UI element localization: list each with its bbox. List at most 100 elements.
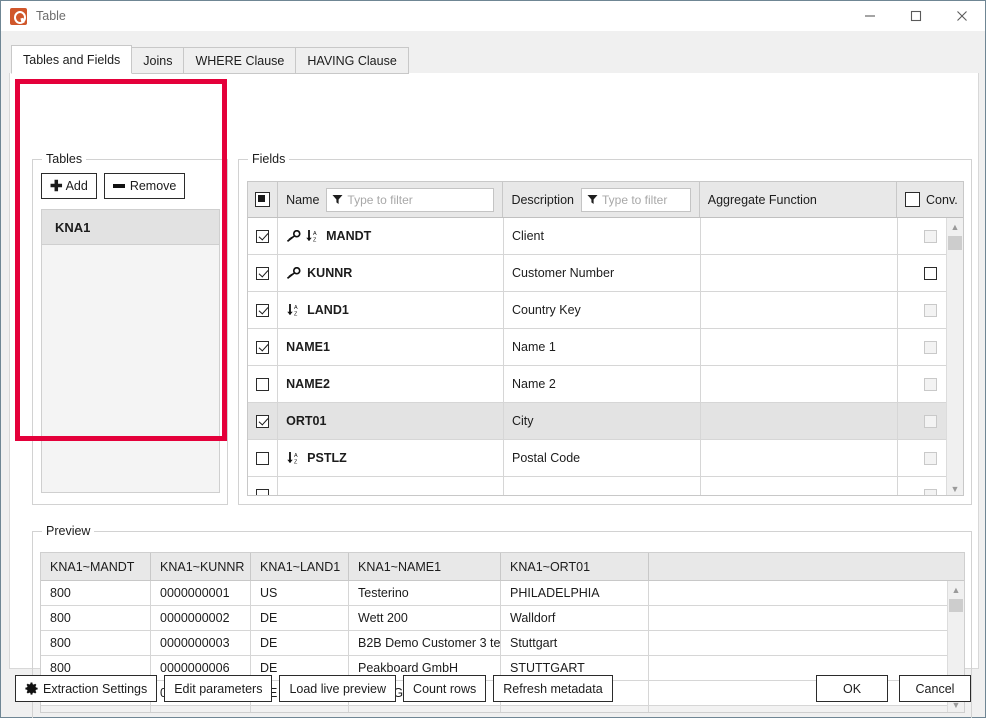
preview-column-header[interactable]: KNA1~LAND1 (251, 553, 349, 580)
field-description-cell: Country Key (504, 292, 701, 328)
maximize-icon[interactable] (893, 1, 939, 31)
fields-grid-header: Name Type to filter Description Type to … (248, 182, 963, 218)
preview-cell-value: 800 (50, 636, 71, 650)
table-row[interactable]: A Z PSTLZ Postal Code (248, 440, 963, 477)
preview-cell-value: Testerino (358, 586, 409, 600)
field-name-cell: KUNNR (278, 255, 504, 291)
table-row[interactable]: A Z LAND1 Country Key (248, 292, 963, 329)
scroll-up-icon[interactable]: ▲ (948, 581, 964, 598)
tab-joins[interactable]: Joins (131, 47, 185, 74)
row-select-checkbox[interactable] (256, 303, 270, 317)
preview-cell: Testerino (349, 581, 501, 605)
conv-column-header: Conv. (897, 182, 963, 217)
aggregate-function-cell[interactable] (701, 218, 899, 254)
field-name-cell: ORT01 (278, 403, 504, 439)
row-select-cell[interactable] (248, 477, 279, 495)
row-select-checkbox[interactable] (256, 451, 270, 465)
table-row[interactable]: KUNNR Customer Number (248, 255, 963, 292)
name-filter-input[interactable]: Type to filter (326, 187, 495, 212)
preview-column-label: KNA1~NAME1 (358, 559, 442, 574)
cancel-button[interactable]: Cancel (899, 675, 971, 702)
row-select-checkbox[interactable] (256, 414, 270, 428)
row-select-cell[interactable] (248, 255, 279, 291)
load-live-preview-button[interactable]: Load live preview (279, 675, 397, 702)
table-row[interactable]: NAME2 Name 2 (248, 366, 963, 403)
app-icon (10, 7, 27, 25)
refresh-metadata-button[interactable]: Refresh metadata (493, 675, 613, 702)
aggregate-function-cell[interactable] (701, 440, 899, 476)
row-select-cell[interactable] (248, 366, 279, 402)
ok-button[interactable]: OK (816, 675, 888, 702)
table-row[interactable]: 800 0000000003 DE B2B Demo Customer 3 test S… (41, 631, 964, 656)
row-select-cell[interactable] (248, 440, 279, 476)
tab-having-clause[interactable]: HAVING Clause (295, 47, 409, 74)
aggregate-function-cell[interactable] (701, 403, 899, 439)
fields-vertical-scrollbar[interactable]: ▲ ▼ (946, 218, 963, 495)
preview-cell-value: 800 (50, 586, 71, 600)
preview-column-header[interactable]: KNA1~KUNNR (151, 553, 251, 580)
scroll-thumb[interactable] (948, 236, 962, 250)
row-select-checkbox[interactable] (256, 488, 270, 495)
select-all-header[interactable] (248, 182, 279, 217)
scroll-down-icon[interactable]: ▼ (947, 480, 963, 495)
aggregate-function-cell[interactable] (701, 255, 899, 291)
preview-column-header[interactable]: KNA1~NAME1 (349, 553, 501, 580)
aggregate-function-cell[interactable] (701, 477, 899, 495)
preview-cell-value: DE (260, 611, 278, 625)
description-filter-input[interactable]: Type to filter (580, 187, 691, 212)
edit-parameters-button[interactable]: Edit parameters (164, 675, 273, 702)
scroll-up-icon[interactable]: ▲ (947, 218, 963, 235)
conv-checkbox (924, 377, 938, 391)
close-icon[interactable] (939, 1, 985, 31)
table-row[interactable]: 800 0000000001 US Testerino PHILADELPHIA (41, 581, 964, 606)
field-type-icons: AZ (286, 303, 301, 317)
minus-icon (112, 184, 125, 188)
preview-cell: Stuttgart (501, 631, 649, 655)
conv-checkbox[interactable] (924, 266, 938, 280)
remove-table-button[interactable]: Remove (103, 173, 186, 199)
preview-cell-value: Stuttgart (510, 636, 558, 650)
field-name-cell: A Z MANDT (278, 218, 504, 254)
tables-group-label: Tables (42, 152, 87, 166)
row-select-checkbox[interactable] (256, 340, 270, 354)
row-select-checkbox[interactable] (256, 229, 270, 243)
preview-column-header[interactable]: KNA1~MANDT (41, 553, 151, 580)
list-item[interactable]: KNA1 (42, 210, 219, 245)
preview-cell: B2B Demo Customer 3 test (349, 631, 501, 655)
aggregate-function-cell[interactable] (701, 366, 899, 402)
count-rows-button[interactable]: Count rows (403, 675, 487, 702)
table-row[interactable]: A Z MANDT Client (248, 218, 963, 255)
add-table-button[interactable]: ✚ Add (41, 173, 97, 199)
extraction-settings-button[interactable]: Extraction Settings (15, 675, 158, 702)
tab-where-clause[interactable]: WHERE Clause (183, 47, 297, 74)
preview-cell-value: 800 (50, 661, 71, 675)
tables-list[interactable]: KNA1 (41, 209, 220, 493)
row-select-cell[interactable] (248, 329, 279, 365)
table-row[interactable]: 800 0000000002 DE Wett 200 Walldorf (41, 606, 964, 631)
row-select-cell[interactable] (248, 218, 279, 254)
aggregate-function-cell[interactable] (701, 292, 899, 328)
minimize-icon[interactable] (847, 1, 893, 31)
row-select-checkbox[interactable] (256, 266, 270, 280)
row-select-cell[interactable] (248, 403, 279, 439)
table-row[interactable]: ORT01 City (248, 403, 963, 440)
field-description: Postal Code (512, 451, 581, 465)
preview-column-header[interactable] (649, 553, 949, 580)
aggregate-function-cell[interactable] (701, 329, 899, 365)
table-row[interactable] (248, 477, 963, 495)
row-select-cell[interactable] (248, 292, 279, 328)
title-bar: Table (1, 1, 985, 31)
preview-column-header[interactable]: KNA1~ORT01 (501, 553, 649, 580)
field-name: ORT01 (286, 414, 327, 428)
conv-all-checkbox[interactable] (905, 192, 921, 207)
preview-cell (501, 706, 649, 712)
field-name: MANDT (326, 229, 372, 243)
row-select-checkbox[interactable] (256, 377, 270, 391)
plus-icon: ✚ (50, 177, 63, 195)
table-row[interactable] (41, 706, 964, 712)
select-all-checkbox[interactable] (255, 192, 271, 207)
table-row[interactable]: NAME1 Name 1 (248, 329, 963, 366)
bottom-left-buttons: Extraction Settings Edit parameters Load… (15, 675, 613, 702)
scroll-thumb[interactable] (949, 599, 963, 612)
tab-tables-and-fields[interactable]: Tables and Fields (11, 45, 133, 74)
